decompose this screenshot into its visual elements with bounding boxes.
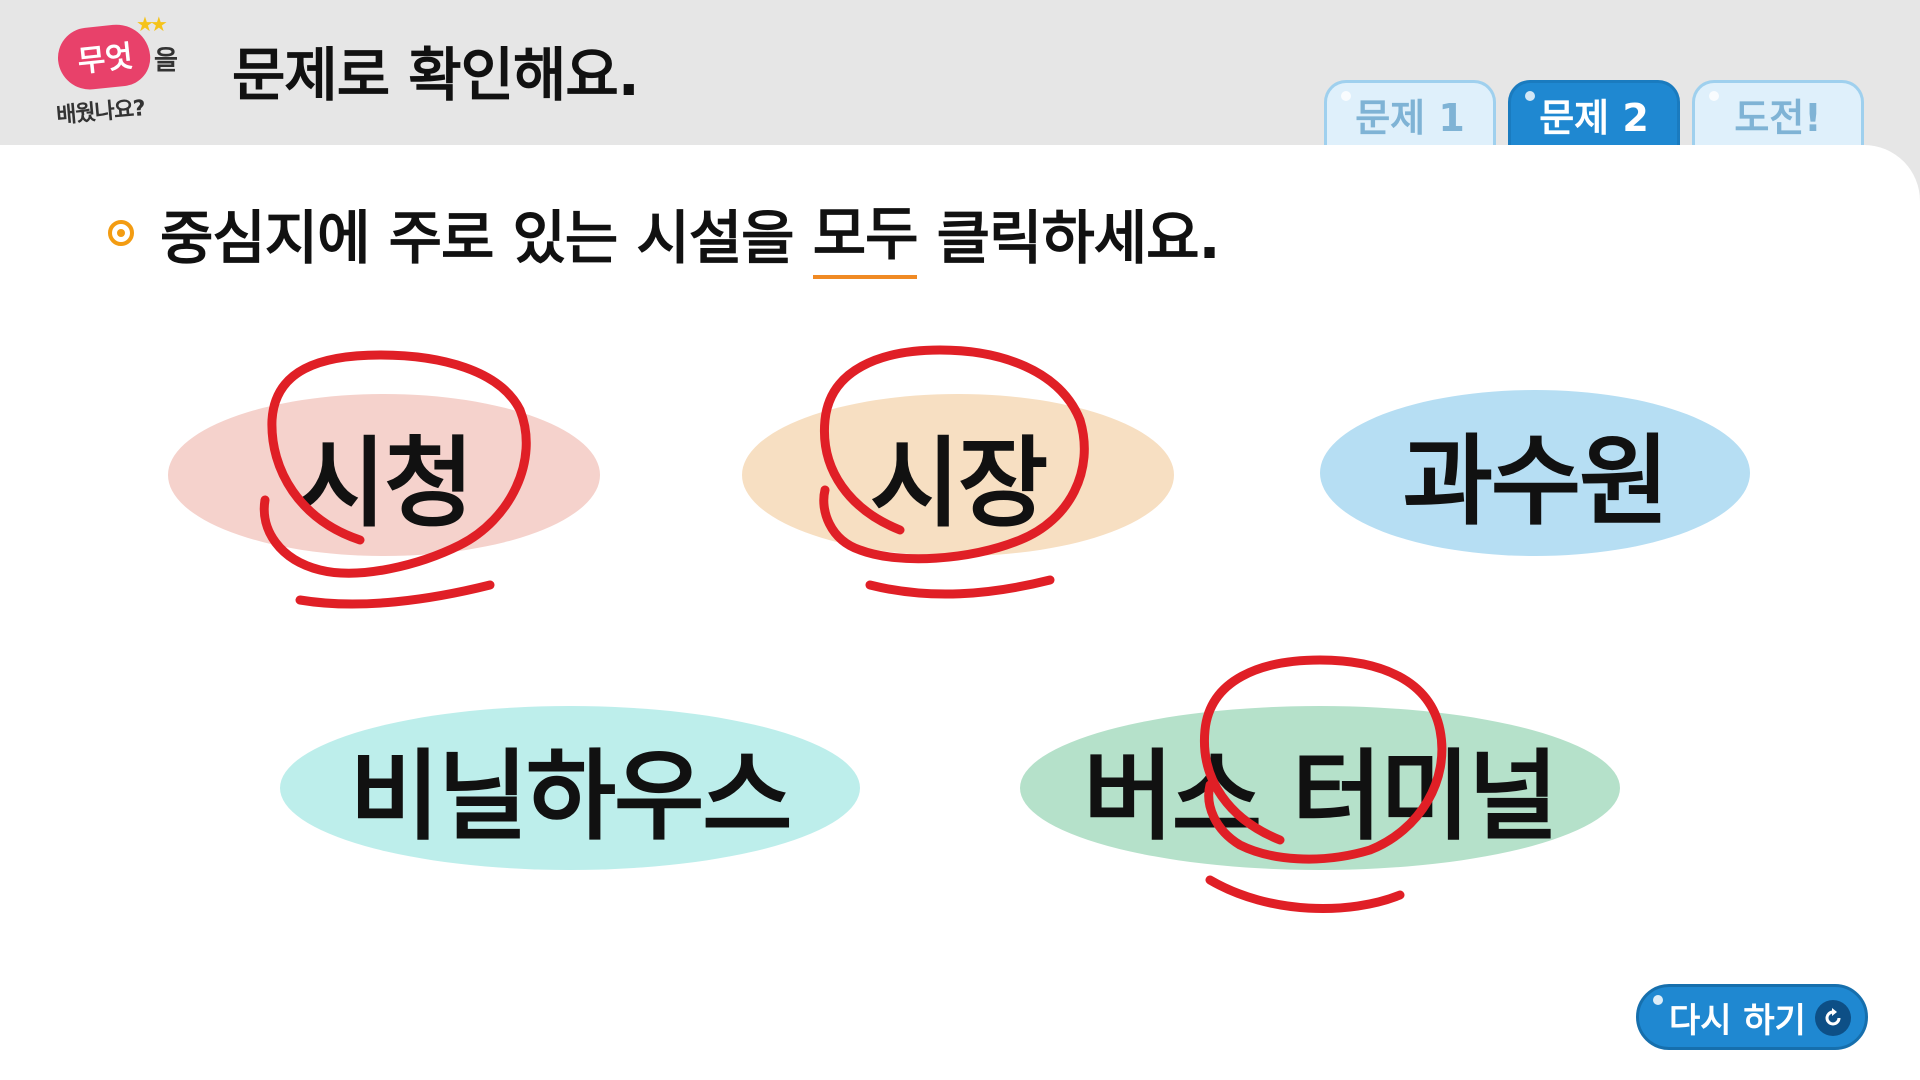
retry-button[interactable]: 다시 하기	[1636, 984, 1868, 1050]
logo-eul: 을	[154, 46, 178, 76]
option-greenhouse[interactable]: 비닐하우스	[280, 706, 860, 870]
content-panel	[0, 145, 1920, 1080]
gloss-highlight	[1709, 91, 1719, 101]
star-icon: ★★	[136, 12, 168, 36]
tab-challenge[interactable]: 도전!	[1692, 80, 1864, 146]
header: 무엇 ★★ 을 배웠나요? 문제로 확인해요. 문제 1 문제 2 도전!	[0, 0, 1920, 146]
option-label: 버스 터미널	[1083, 740, 1559, 854]
tab-label: 도전!	[1734, 96, 1822, 140]
option-city-hall[interactable]: 시청	[168, 394, 600, 556]
option-market[interactable]: 시장	[742, 394, 1174, 556]
option-label: 과수원	[1402, 425, 1669, 539]
option-label: 시장	[869, 427, 1048, 541]
tab-problem-1[interactable]: 문제 1	[1324, 80, 1496, 146]
instruction-text-before: 중심지에 주로 있는 시설을	[160, 204, 813, 272]
option-bus-terminal[interactable]: 버스 터미널	[1020, 706, 1620, 870]
bullet-icon	[108, 220, 134, 246]
gloss-highlight	[1653, 995, 1663, 1005]
tab-label: 문제 2	[1539, 96, 1649, 140]
lesson-logo: 무엇 ★★ 을 배웠나요?	[50, 12, 190, 138]
retry-label: 다시 하기	[1669, 1000, 1806, 1041]
gloss-highlight	[1525, 91, 1535, 101]
tab-problem-2[interactable]: 문제 2	[1508, 80, 1680, 146]
instruction: 중심지에 주로 있는 시설을 모두 클릭하세요.	[108, 198, 1221, 279]
instruction-text-after: 클릭하세요.	[917, 204, 1221, 272]
tab-label: 문제 1	[1355, 96, 1465, 140]
option-label: 시청	[295, 427, 474, 541]
refresh-icon	[1815, 1000, 1851, 1036]
instruction-emphasis: 모두	[812, 187, 918, 279]
logo-subtitle: 배웠나요?	[55, 96, 146, 129]
page-title: 문제로 확인해요.	[232, 41, 640, 109]
gloss-highlight	[1341, 91, 1351, 101]
logo-badge-text: 무엇	[76, 39, 135, 80]
option-orchard[interactable]: 과수원	[1320, 390, 1750, 556]
option-label: 비닐하우스	[349, 740, 793, 854]
